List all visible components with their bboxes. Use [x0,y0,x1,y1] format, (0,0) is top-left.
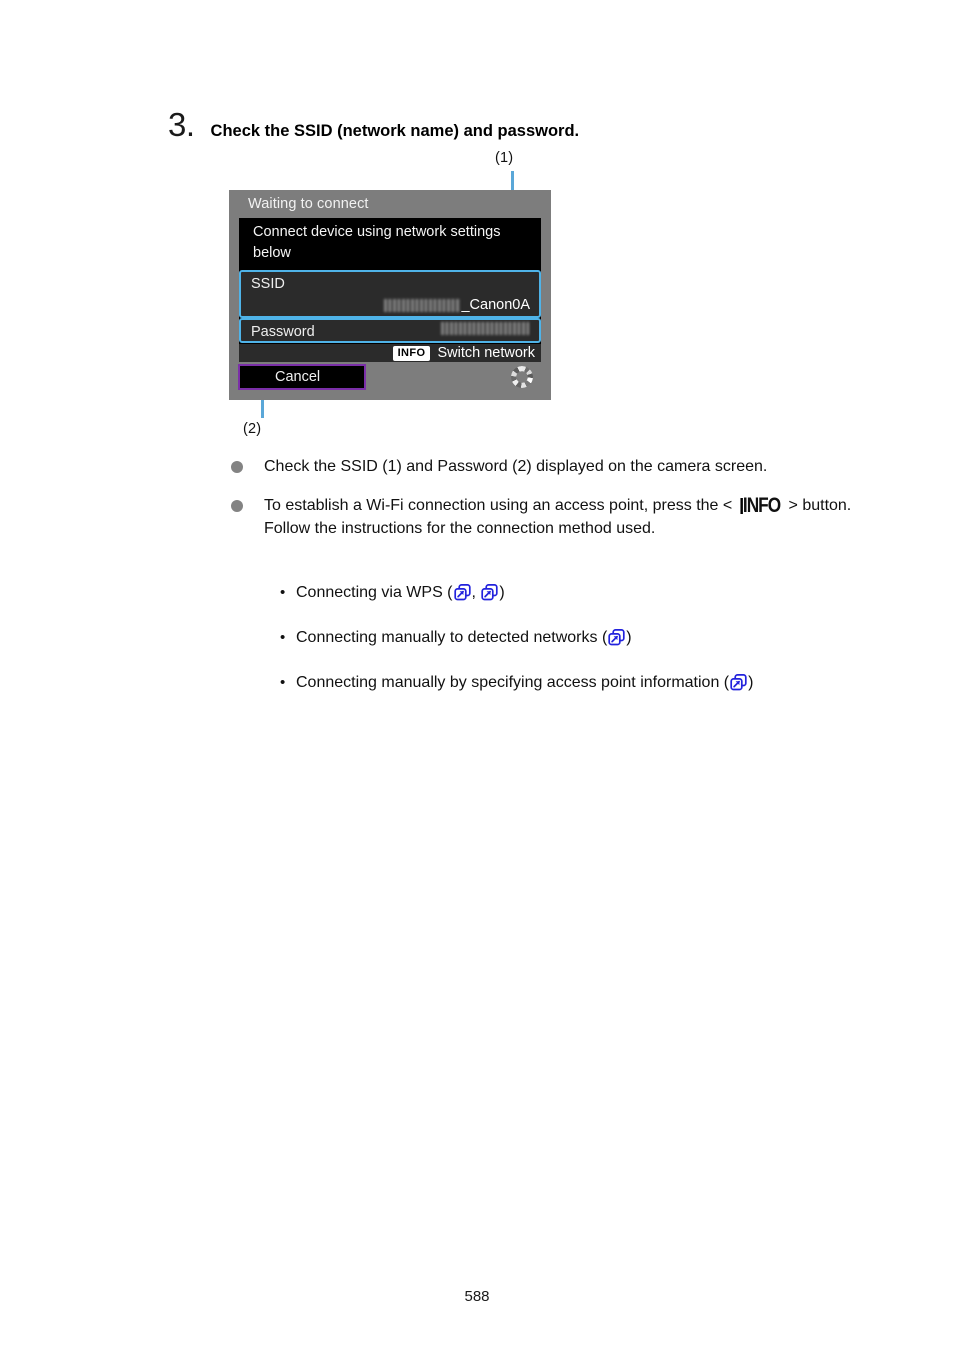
page-link-icon[interactable] [730,674,747,691]
sub-item-close-access-point-info: ) [748,674,754,691]
camera-screen-body: Connect device using network settings be… [239,218,541,362]
bullet-list: Check the SSID (1) and Password (2) disp… [231,455,901,556]
sub-item-text-detected-networks: Connecting manually to detected networks… [296,629,608,646]
password-field: Password [239,318,541,343]
camera-screen-title: Waiting to connect [248,196,369,212]
loading-spinner-icon [511,366,533,388]
bullet-item-check-ssid: Check the SSID (1) and Password (2) disp… [231,455,901,478]
cancel-button: Cancel [238,364,366,390]
ssid-label: SSID [251,276,285,292]
page-link-icon[interactable] [453,584,471,601]
page-link-icon[interactable] [481,584,499,601]
step-title: Check the SSID (network name) and passwo… [210,122,580,140]
step-heading: 3. Check the SSID (network name) and pas… [168,108,579,141]
bullet-text-before-glyph: To establish a Wi-Fi connection using an… [264,497,733,514]
info-button-badge-icon: INFO [392,345,431,361]
ssid-value-suffix: _Canon0A [461,297,530,313]
sub-item-close-wps: ) [499,584,505,601]
sub-item-detected-networks: Connecting manually to detected networks… [280,627,900,648]
callout-label-1: (1) [495,150,514,166]
password-value [441,322,530,335]
bullet-text-check-ssid: Check the SSID (1) and Password (2) disp… [264,458,768,475]
bullet-dot-icon [231,500,243,512]
switch-network-label: Switch network [437,345,535,361]
page-link-icon[interactable] [608,629,625,646]
camera-screen-illustration: Waiting to connect Connect device using … [229,190,551,400]
page-number: 588 [464,1288,490,1305]
ssid-masked-prefix [384,298,461,312]
camera-screen-titlebar: Waiting to connect [229,190,551,218]
password-masked-value [441,322,529,335]
sub-item-access-point-info: Connecting manually by specifying access… [280,672,900,693]
bullet-dot-icon [231,461,243,473]
sub-item-wps: Connecting via WPS (, ) [280,582,900,603]
camera-screen-footer: Cancel [229,362,551,400]
callout-label-2: (2) [243,421,262,437]
bullet-item-access-point: To establish a Wi-Fi connection using an… [231,494,901,540]
password-label: Password [251,324,315,340]
ssid-value: _Canon0A [384,295,530,315]
sub-item-separator-wps: , [471,584,476,601]
ssid-field: SSID _Canon0A [239,270,541,318]
step-number: 3. [168,106,195,143]
camera-instruction-text: Connect device using network settings be… [253,224,501,261]
sub-item-close-detected-networks: ) [626,629,632,646]
sub-item-text-access-point-info: Connecting manually by specifying access… [296,674,730,691]
cancel-button-label: Cancel [275,369,321,385]
sub-bullet-list: Connecting via WPS (, ) Connecting manua… [280,582,900,717]
sub-item-text-wps: Connecting via WPS ( [296,584,453,601]
switch-network-row: INFO Switch network [239,344,541,362]
